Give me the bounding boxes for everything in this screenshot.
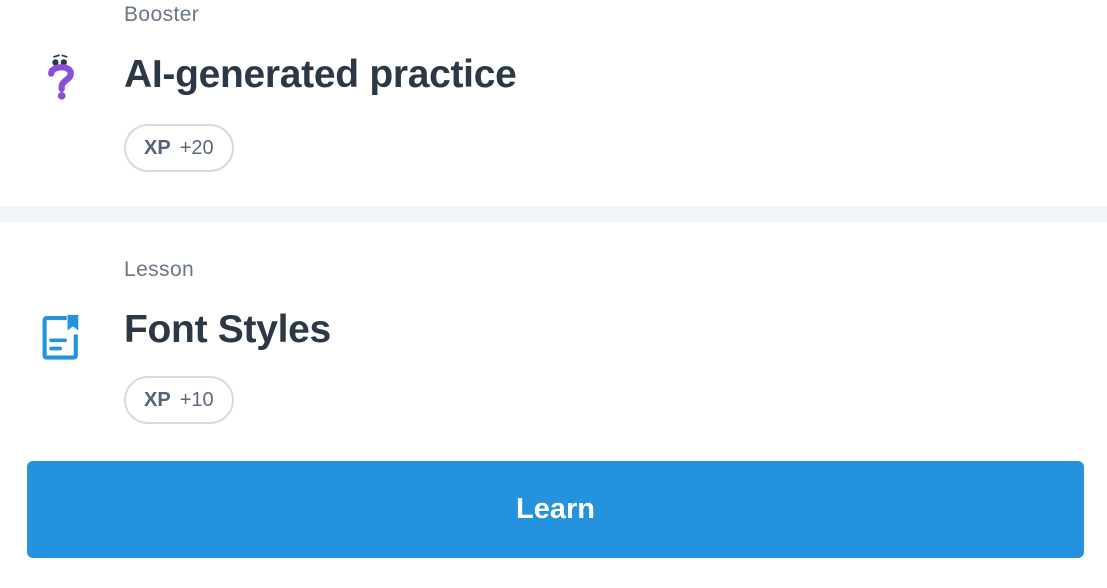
item-type-label: Lesson [124, 258, 195, 281]
card-divider [0, 206, 1107, 222]
booster-card[interactable]: Booster AI-generated practice XP +20 [0, 0, 1107, 206]
question-mark-icon [48, 54, 74, 100]
xp-label: XP [144, 136, 171, 159]
learn-button[interactable]: Learn [27, 461, 1084, 558]
lesson-document-icon [42, 314, 79, 360]
xp-label: XP [144, 388, 171, 411]
xp-badge: XP +10 [124, 376, 234, 424]
xp-badge: XP +20 [124, 124, 234, 172]
xp-value: +20 [179, 136, 214, 159]
xp-value: +10 [179, 388, 214, 411]
item-title: AI-generated practice [124, 53, 517, 96]
item-title: Font Styles [124, 308, 331, 351]
item-type-label: Booster [124, 3, 200, 26]
lesson-card[interactable]: Lesson Font Styles XP +10 [0, 222, 1107, 458]
